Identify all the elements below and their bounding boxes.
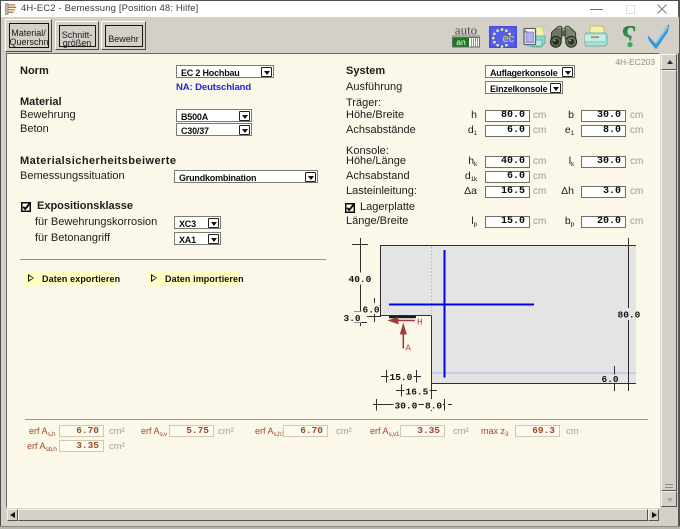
svg-text:?: ?	[621, 23, 637, 51]
svg-text:6.0: 6.0	[363, 305, 380, 316]
svg-text:A: A	[406, 344, 412, 354]
svg-text:H: H	[417, 318, 422, 328]
svg-text:16.5: 16.5	[406, 387, 429, 398]
svg-text:ec: ec	[503, 33, 515, 45]
svg-text:3.0: 3.0	[344, 313, 361, 324]
svg-text:an: an	[456, 37, 466, 47]
svg-text:40.0: 40.0	[349, 274, 372, 285]
svg-text:8.0: 8.0	[425, 401, 442, 412]
svg-text:auto: auto	[455, 24, 477, 38]
svg-text:80.0: 80.0	[618, 310, 641, 321]
svg-text:6.0: 6.0	[602, 374, 619, 385]
svg-text:30.0: 30.0	[395, 401, 418, 412]
svg-text:15.0: 15.0	[390, 372, 413, 383]
